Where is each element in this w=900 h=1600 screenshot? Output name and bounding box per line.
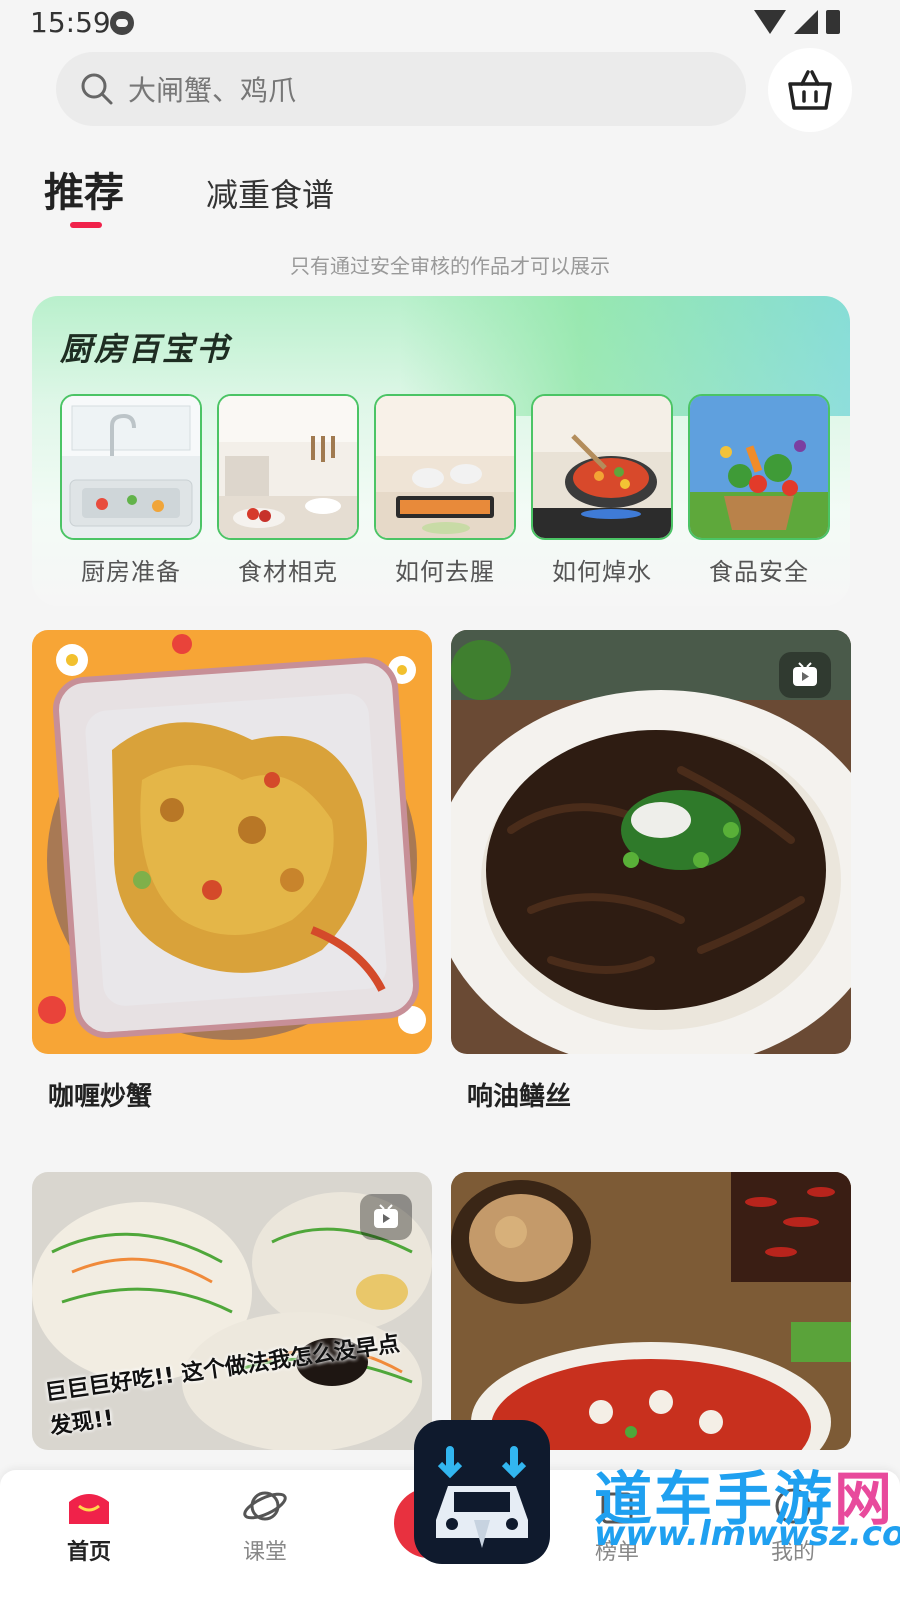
- home-icon: [65, 1482, 113, 1530]
- kitchen-item-remove-odor[interactable]: 如何去腥: [374, 394, 516, 587]
- planet-icon: [241, 1482, 289, 1530]
- kitchen-item-prep[interactable]: 厨房准备: [60, 394, 202, 587]
- kitchen-item-label: 食材相克: [238, 558, 338, 586]
- video-icon: [793, 662, 817, 686]
- video-badge: [360, 1194, 412, 1240]
- nav-home[interactable]: 首页: [34, 1482, 144, 1566]
- search-icon: [80, 72, 114, 106]
- tab-diet-label: 减重食谱: [206, 176, 335, 214]
- recipe-image: [451, 1172, 851, 1450]
- nav-classroom-label: 课堂: [242, 1540, 287, 1565]
- basket-button[interactable]: [768, 48, 852, 132]
- kitchen-room-image: [217, 394, 359, 540]
- status-icons: [754, 10, 840, 34]
- kitchen-sink-image: [60, 394, 202, 540]
- nav-classroom[interactable]: 课堂: [210, 1482, 320, 1566]
- signal-icon: [794, 10, 818, 34]
- search-input[interactable]: 大闸蟹、鸡爪: [56, 52, 746, 126]
- video-badge: [779, 652, 831, 698]
- watermark-logo: [414, 1420, 550, 1564]
- recipe-title: 咖喱炒蟹: [48, 1082, 153, 1112]
- kitchen-item-label: 食品安全: [709, 558, 809, 586]
- kitchen-item-label: 如何焯水: [552, 558, 652, 586]
- review-notice: 只有通过安全审核的作品才可以展示: [290, 254, 610, 278]
- kitchen-item-food-conflict[interactable]: 食材相克: [217, 394, 359, 587]
- recipe-title: 响油鳝丝: [467, 1082, 572, 1112]
- tab-recommend-label: 推荐: [44, 170, 124, 216]
- kitchen-guide-card: 厨房百宝书 厨房准备 食材相克 如何去腥 如何焯水 食品安全: [32, 296, 850, 606]
- kitchen-item-label: 厨房准备: [81, 558, 181, 586]
- kitchen-item-label: 如何去腥: [395, 558, 495, 586]
- video-icon: [374, 1204, 398, 1228]
- hands-cooking-image: [374, 394, 516, 540]
- recipe-card-spicy-fish[interactable]: [451, 1172, 851, 1450]
- notification-cat-icon: [110, 11, 134, 35]
- recipe-card-eel[interactable]: 响油鳝丝: [451, 630, 851, 1113]
- recipe-image: [451, 630, 851, 1054]
- basket-icon: [788, 70, 832, 110]
- status-bar: 15:59: [0, 0, 900, 46]
- recipe-card-steamed-fish[interactable]: 巨巨巨好吃!! 这个做法我怎么没早点发现!!: [32, 1172, 432, 1450]
- nav-home-label: 首页: [66, 1540, 111, 1565]
- recipe-card-curry-crab[interactable]: 咖喱炒蟹: [32, 630, 432, 1113]
- tab-diet-recipes[interactable]: 减重食谱: [206, 170, 334, 216]
- kitchen-guide-title: 厨房百宝书: [60, 330, 231, 368]
- kitchen-item-blanching[interactable]: 如何焯水: [531, 394, 673, 587]
- search-placeholder: 大闸蟹、鸡爪: [128, 74, 297, 107]
- battery-icon: [826, 10, 840, 34]
- recipe-image: 巨巨巨好吃!! 这个做法我怎么没早点发现!!: [32, 1172, 432, 1450]
- recipe-image: [32, 630, 432, 1054]
- active-tab-indicator: [70, 222, 102, 228]
- wok-stirfry-image: [531, 394, 673, 540]
- vegetable-basket-image: [688, 394, 830, 540]
- watermark-url: www.lmwwsz.com: [594, 1514, 900, 1554]
- kitchen-item-food-safety[interactable]: 食品安全: [688, 394, 830, 587]
- tab-recommend[interactable]: 推荐: [44, 160, 124, 228]
- status-time: 15:59: [30, 6, 111, 39]
- wifi-icon: [754, 10, 786, 34]
